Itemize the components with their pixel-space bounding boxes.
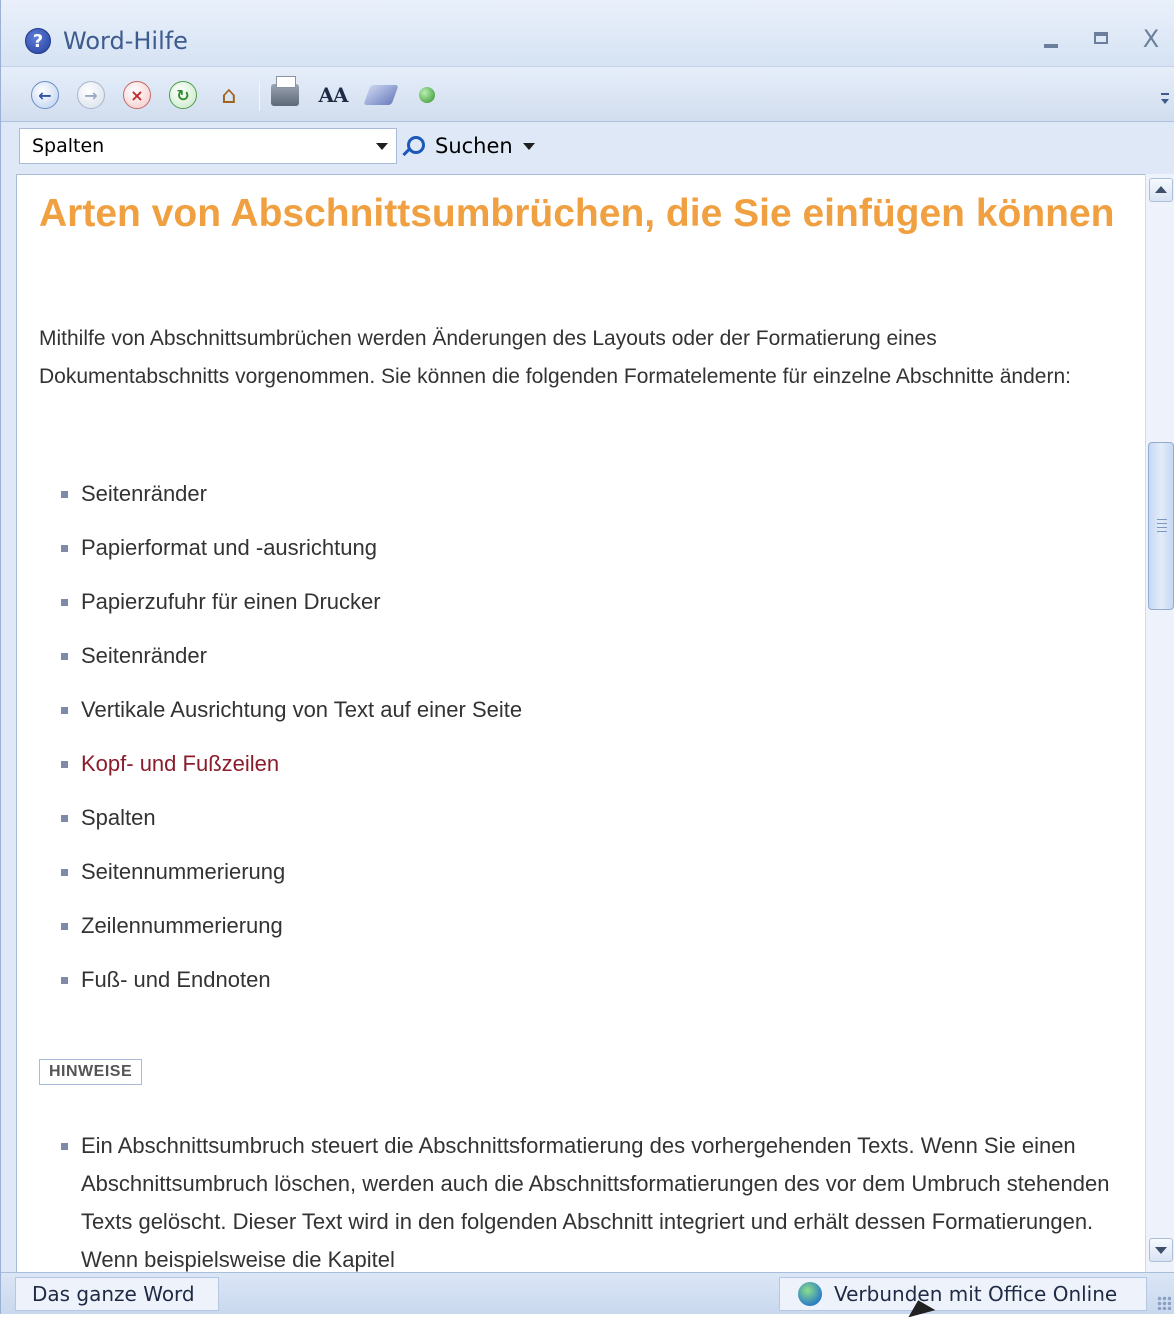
format-elements-list: Seitenränder Papierformat und -ausrichtu… [39, 475, 1119, 1015]
scroll-thumb[interactable] [1148, 442, 1174, 610]
maximize-button[interactable] [1081, 22, 1121, 56]
list-item: Fuß- und Endnoten [39, 961, 1119, 1015]
globe-icon [798, 1282, 822, 1306]
refresh-icon: ↻ [169, 81, 197, 109]
forward-icon: → [77, 81, 105, 109]
search-scope-button[interactable]: Das ganze Word [15, 1277, 219, 1311]
note-item: Ein Abschnittsumbruch steuert die Abschn… [39, 1127, 1119, 1272]
search-button-label: Suchen [435, 134, 513, 158]
search-history-dropdown-icon[interactable] [376, 143, 388, 150]
text-size-button[interactable]: AA [317, 79, 349, 111]
search-box [19, 128, 397, 164]
connection-status-button[interactable]: Verbunden mit Office Online [779, 1277, 1147, 1311]
home-icon: ⌂ [221, 81, 237, 109]
list-item: Papierformat und -ausrichtung [39, 529, 1119, 583]
back-button[interactable]: ← [29, 79, 61, 111]
minimize-button[interactable] [1031, 22, 1071, 56]
print-icon [271, 76, 299, 106]
list-item: Zeilennummerierung [39, 907, 1119, 961]
stop-button[interactable]: × [121, 79, 153, 111]
search-input[interactable] [20, 129, 360, 163]
search-icon [401, 135, 425, 157]
notes-label: HINWEISE [39, 1059, 143, 1085]
help-circle-icon: ? [25, 28, 51, 54]
search-bar: Suchen [1, 122, 1174, 172]
toolbar: ← → × ↻ ⌂ AA [1, 66, 1174, 122]
help-article: Arten von Abschnittsumbrüchen, die Sie e… [16, 174, 1145, 1272]
status-bar: Das ganze Word Verbunden mit Office Onli… [1, 1272, 1174, 1314]
connection-status-label: Verbunden mit Office Online [834, 1282, 1118, 1306]
title-bar[interactable]: ? Word-Hilfe X [1, 0, 1174, 66]
minimize-icon [1044, 44, 1058, 48]
list-item: Vertikale Ausrichtung von Text auf einer… [39, 691, 1119, 745]
close-icon: X [1142, 25, 1160, 53]
article-title: Arten von Abschnittsumbrüchen, die Sie e… [39, 192, 1115, 235]
vertical-scrollbar[interactable] [1145, 174, 1174, 1272]
table-of-contents-button[interactable] [363, 79, 399, 111]
help-window: ? Word-Hilfe X ← → × ↻ ⌂ AA Spalten Such… [0, 0, 1174, 1317]
scroll-down-button[interactable] [1149, 1238, 1173, 1262]
home-button[interactable]: ⌂ [213, 79, 245, 111]
toolbar-overflow-icon[interactable] [1159, 89, 1171, 109]
list-item: Papierzufuhr für einen Drucker [39, 583, 1119, 637]
keep-on-top-icon [419, 87, 435, 103]
table-of-contents-icon [363, 85, 399, 105]
list-item: Seitenränder [39, 475, 1119, 529]
back-icon: ← [31, 81, 59, 109]
list-item: Seitennummerierung [39, 853, 1119, 907]
scroll-up-button[interactable] [1149, 178, 1173, 202]
list-item: Spalten [39, 799, 1119, 853]
notes-list: Ein Abschnittsumbruch steuert die Abschn… [39, 1127, 1119, 1272]
toolbar-separator [259, 81, 260, 111]
forward-button[interactable]: → [75, 79, 107, 111]
search-options-dropdown-icon[interactable] [522, 143, 535, 150]
stop-icon: × [123, 81, 151, 109]
text-size-icon: AA [318, 83, 348, 107]
keep-on-top-button[interactable] [411, 79, 443, 111]
search-button[interactable]: Suchen [401, 128, 537, 164]
maximize-icon [1094, 32, 1108, 44]
list-item-link[interactable]: Kopf- und Fußzeilen [39, 745, 1119, 799]
list-item: Seitenränder [39, 637, 1119, 691]
article-intro: Mithilfe von Abschnittsumbrüchen werden … [39, 327, 1071, 388]
resize-grip-icon[interactable] [1157, 1296, 1171, 1310]
close-button[interactable]: X [1131, 22, 1171, 56]
print-button[interactable] [269, 76, 301, 111]
window-title: Word-Hilfe [63, 27, 188, 55]
refresh-button[interactable]: ↻ [167, 79, 199, 111]
